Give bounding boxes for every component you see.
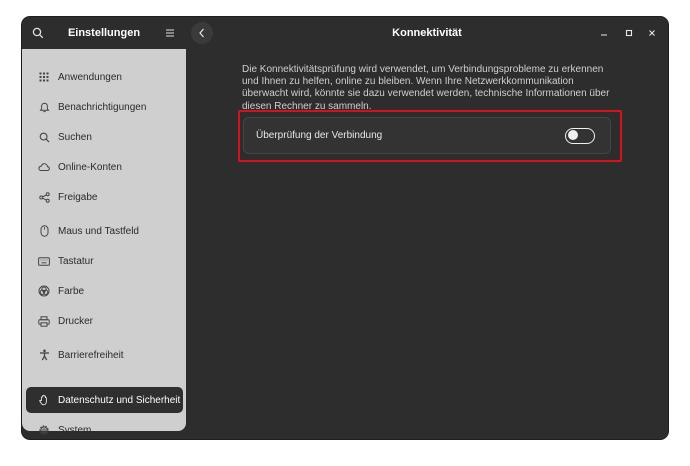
- keyboard-icon: [26, 256, 56, 266]
- sidebar-item-label: Online-Konten: [58, 161, 122, 173]
- sidebar-item-label: Tastatur: [58, 255, 94, 267]
- share-icon: [26, 191, 56, 203]
- connectivity-check-label: Überprüfung der Verbindung: [256, 130, 383, 141]
- sidebar-item-label: Maus und Tastfeld: [58, 225, 139, 237]
- hamburger-menu-icon: [166, 29, 174, 37]
- sidebar-item-label: Barrierefreiheit: [58, 349, 124, 361]
- menu-button[interactable]: [160, 23, 180, 43]
- sidebar-item-drucker[interactable]: Drucker: [26, 308, 183, 334]
- content-header: Konnektivität: [186, 17, 668, 49]
- mouse-icon: [26, 225, 56, 237]
- sidebar-item-system[interactable]: System: [26, 417, 183, 439]
- minimize-button[interactable]: [596, 25, 612, 41]
- sidebar-title: Einstellungen: [67, 27, 141, 39]
- connectivity-check-toggle[interactable]: [565, 127, 595, 144]
- sidebar-item-label: Freigabe: [58, 191, 98, 203]
- minimize-icon: [601, 34, 607, 36]
- sidebar-item-label: Farbe: [58, 285, 85, 297]
- sidebar-item-label: Datenschutz und Sicherheit: [58, 394, 181, 406]
- close-button[interactable]: [644, 25, 660, 41]
- sidebar-item-anwendungen[interactable]: Anwendungen: [26, 64, 183, 90]
- close-icon: [649, 30, 655, 36]
- cloud-icon: [26, 162, 56, 172]
- sidebar-item-maus-und-tastfeld[interactable]: Maus und Tastfeld: [26, 218, 183, 244]
- sidebar-item-barrierefreiheit[interactable]: Barrierefreiheit: [26, 342, 183, 368]
- sidebar-item-label: Drucker: [58, 315, 94, 327]
- sidebar-item-label: Benachrichtigungen: [58, 101, 147, 113]
- sidebar: Anwendungen Benachrichtigungen Suchen On…: [22, 49, 186, 436]
- sidebar-item-label: System: [58, 424, 92, 436]
- search-button[interactable]: [28, 23, 48, 43]
- sidebar-header: Einstellungen: [22, 17, 186, 49]
- sidebar-item-online-konten[interactable]: Online-Konten: [26, 154, 183, 180]
- sidebar-item-farbe[interactable]: Farbe: [26, 278, 183, 304]
- sidebar-item-suchen[interactable]: Suchen: [26, 124, 183, 150]
- sidebar-item-label: Anwendungen: [58, 71, 122, 83]
- system-gear-icon: [26, 424, 56, 436]
- privacy-hand-icon: [26, 394, 56, 406]
- search-icon: [26, 132, 56, 143]
- settings-window: Einstellungen Anwendungen Benachrichtigu…: [22, 17, 668, 439]
- apps-grid-icon: [26, 72, 56, 82]
- sidebar-item-datenschutz-und-sicherheit[interactable]: Datenschutz und Sicherheit: [26, 387, 183, 413]
- search-icon: [32, 27, 44, 39]
- sidebar-item-benachrichtigungen[interactable]: Benachrichtigungen: [26, 94, 183, 120]
- sidebar-item-label: Suchen: [58, 131, 92, 143]
- content-area: Die Konnektivitätsprüfung wird verwendet…: [186, 49, 668, 439]
- accessibility-icon: [26, 349, 56, 361]
- maximize-icon: [625, 29, 633, 37]
- printer-icon: [26, 315, 56, 327]
- bell-icon: [26, 102, 56, 113]
- color-icon: [26, 285, 56, 297]
- maximize-button[interactable]: [621, 25, 637, 41]
- sidebar-item-freigabe[interactable]: Freigabe: [26, 184, 183, 210]
- sidebar-item-tastatur[interactable]: Tastatur: [26, 248, 183, 274]
- connectivity-description: Die Konnektivitätsprüfung wird verwendet…: [242, 64, 610, 112]
- toggle-knob: [568, 130, 578, 140]
- connectivity-check-row[interactable]: Überprüfung der Verbindung: [243, 117, 611, 154]
